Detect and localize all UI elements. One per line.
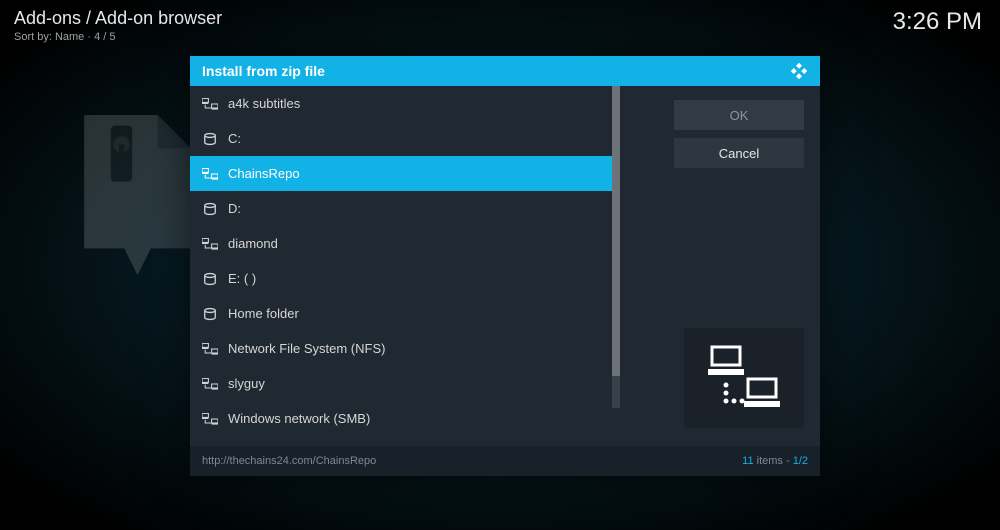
scrollbar-thumb[interactable]	[612, 86, 620, 376]
list-item-label: slyguy	[228, 376, 265, 391]
cancel-button[interactable]: Cancel	[674, 138, 804, 168]
install-zip-dialog: Install from zip file a4k subtitles C: Cha…	[190, 56, 820, 476]
network-share-icon	[202, 341, 218, 357]
footer-path: http://thechains24.com/ChainsRepo	[202, 455, 376, 467]
dialog-footer: http://thechains24.com/ChainsRepo 11 ite…	[190, 446, 820, 476]
dialog-title-text: Install from zip file	[202, 63, 325, 79]
disk-icon	[202, 271, 218, 287]
ok-button[interactable]: OK	[674, 100, 804, 130]
list-item-label: a4k subtitles	[228, 96, 300, 111]
list-item-label: ChainsRepo	[228, 166, 300, 181]
network-share-icon	[202, 96, 218, 112]
scrollbar[interactable]	[612, 86, 620, 408]
header: Add-ons / Add-on browser Sort by: Name ·…	[14, 8, 222, 43]
preview-thumbnail	[684, 328, 804, 428]
list-item[interactable]: C:	[190, 121, 620, 156]
list-item-label: D:	[228, 201, 241, 216]
list-item-label: C:	[228, 131, 241, 146]
network-share-icon	[202, 236, 218, 252]
clock: 3:26 PM	[893, 8, 982, 36]
disk-icon	[202, 306, 218, 322]
list-item-label: Network File System (NFS)	[228, 341, 385, 356]
list-item[interactable]: ChainsRepo	[190, 156, 620, 191]
kodi-logo-icon	[790, 62, 808, 80]
disk-icon	[202, 201, 218, 217]
dialog-titlebar: Install from zip file	[190, 56, 820, 86]
list-item-label: Windows network (SMB)	[228, 411, 370, 426]
list-item[interactable]: Home folder	[190, 296, 620, 331]
side-column: OK Cancel	[620, 86, 820, 446]
list-item-label: Home folder	[228, 306, 299, 321]
list-item[interactable]: slyguy	[190, 366, 620, 401]
network-share-icon	[202, 376, 218, 392]
footer-count: 11 items - 1/2	[742, 455, 808, 467]
header-sub: Sort by: Name · 4 / 5	[14, 31, 222, 43]
file-list[interactable]: a4k subtitles C: ChainsRepo D: diamond E: ( )…	[190, 86, 620, 436]
sort-label: Sort by: Name	[14, 31, 84, 43]
network-computers-icon	[704, 343, 784, 413]
list-item-label: E: ( )	[228, 271, 256, 286]
network-share-icon	[202, 411, 218, 427]
list-item[interactable]: Network File System (NFS)	[190, 331, 620, 366]
breadcrumb: Add-ons / Add-on browser	[14, 8, 222, 29]
list-item-label: diamond	[228, 236, 278, 251]
position-label: 4 / 5	[94, 31, 115, 43]
zip-file-icon	[70, 115, 205, 275]
list-item[interactable]: D:	[190, 191, 620, 226]
file-list-column: a4k subtitles C: ChainsRepo D: diamond E: ( )…	[190, 86, 620, 446]
network-share-icon	[202, 166, 218, 182]
list-item[interactable]: a4k subtitles	[190, 86, 620, 121]
list-item[interactable]: Windows network (SMB)	[190, 401, 620, 436]
list-item[interactable]: E: ( )	[190, 261, 620, 296]
dialog-body: a4k subtitles C: ChainsRepo D: diamond E: ( )…	[190, 86, 820, 446]
disk-icon	[202, 131, 218, 147]
list-item[interactable]: diamond	[190, 226, 620, 261]
